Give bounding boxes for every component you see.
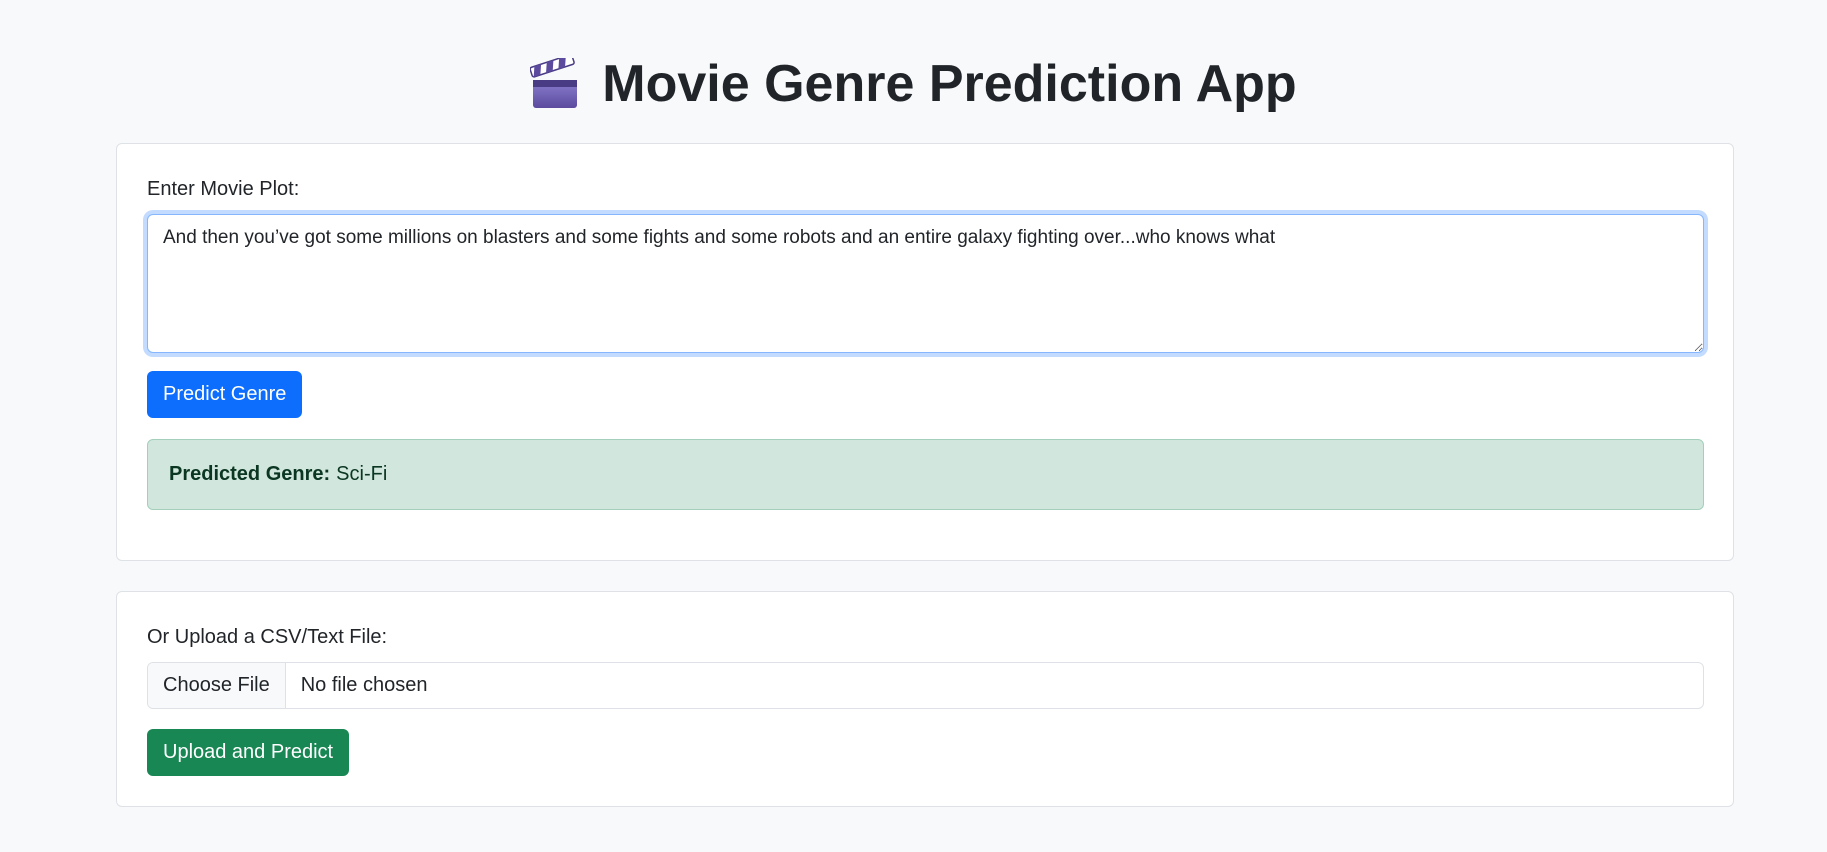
page-title: Movie Genre Prediction App — [602, 55, 1297, 113]
upload-file-label: Or Upload a CSV/Text File: — [147, 626, 388, 648]
file-input[interactable]: Choose File No file chosen — [147, 662, 1704, 709]
predicted-genre-label: Predicted Genre: — [169, 463, 331, 485]
movie-plot-textarea[interactable]: And then you’ve got some millions on bla… — [147, 214, 1704, 353]
predict-genre-button[interactable]: Predict Genre — [147, 371, 303, 418]
plot-form-card: Enter Movie Plot: And then you’ve got so… — [116, 143, 1734, 561]
file-status-text: No file chosen — [300, 674, 428, 696]
predicted-genre-alert: Predicted Genre: Sci-Fi — [147, 439, 1704, 510]
upload-form-card: Or Upload a CSV/Text File: Choose File N… — [116, 591, 1734, 807]
clapper-board-icon — [529, 54, 580, 110]
choose-file-button[interactable]: Choose File — [148, 663, 286, 708]
predicted-genre-value: Sci-Fi — [336, 463, 388, 485]
page-header: Movie Genre Prediction App — [0, 52, 1827, 116]
movie-plot-label: Enter Movie Plot: — [147, 178, 300, 200]
upload-and-predict-button[interactable]: Upload and Predict — [147, 729, 350, 776]
